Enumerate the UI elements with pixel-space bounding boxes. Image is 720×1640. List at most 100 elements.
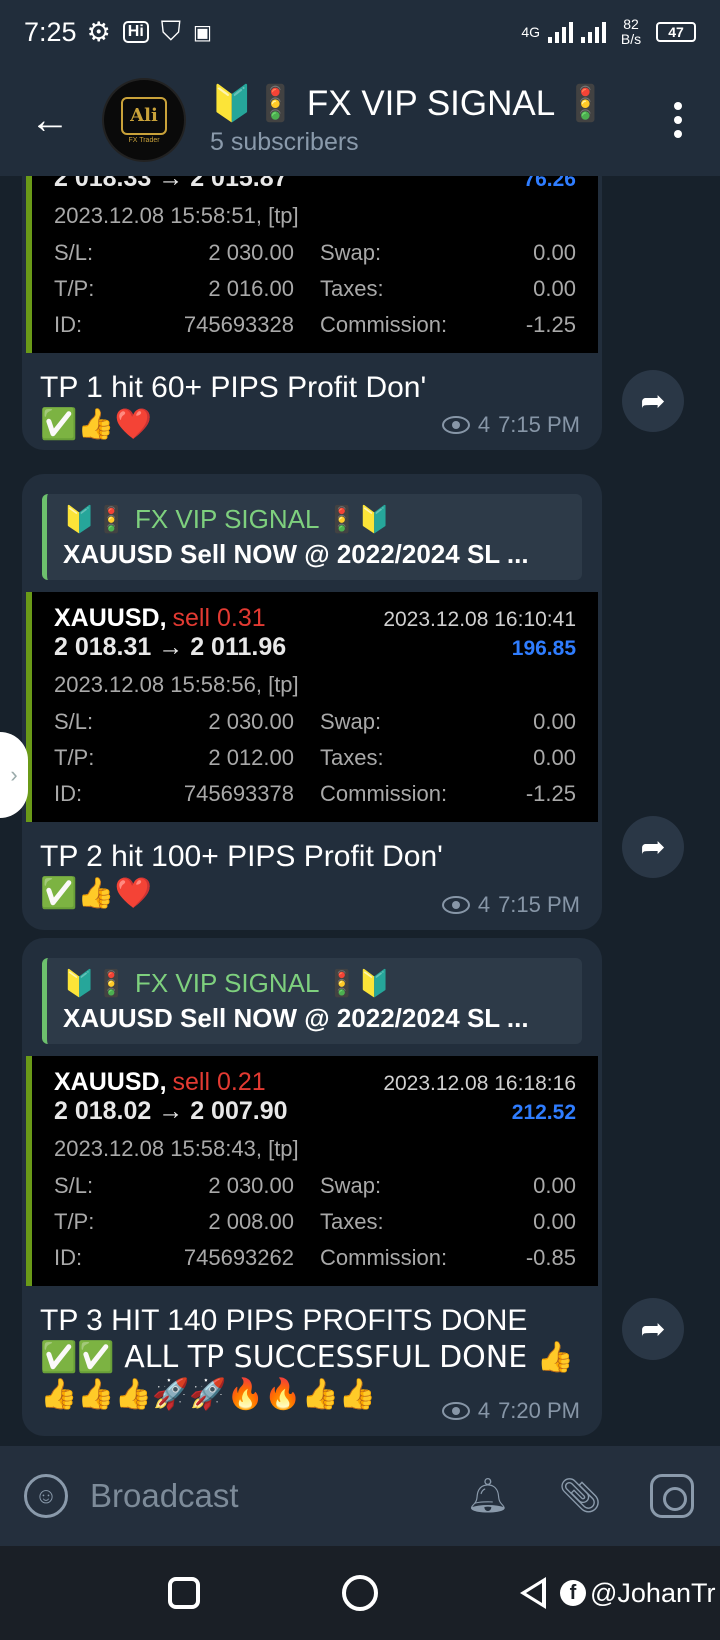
battery-icon: 47 xyxy=(656,22,696,42)
label-swap: Swap: xyxy=(320,1173,382,1198)
reply-title: 🔰🚦 FX VIP SIGNAL 🚦🔰 xyxy=(63,504,391,534)
trade-open-time: 2023.12.08 15:58:56, [tp] xyxy=(54,672,299,697)
label-commission: Commission: xyxy=(320,1245,448,1270)
message-line: TP 2 hit 100+ PIPS Profit Don' xyxy=(40,840,443,873)
home-button[interactable] xyxy=(342,1575,378,1611)
message-time: 7:15 PM xyxy=(498,412,580,437)
value-id: 745693328 xyxy=(183,312,294,337)
value-id: 745693262 xyxy=(183,1245,294,1270)
reply-title: 🔰🚦 FX VIP SIGNAL 🚦🔰 xyxy=(63,968,391,998)
trade-profit: 196.85 xyxy=(511,637,576,660)
label-commission: Commission: xyxy=(320,781,448,806)
value-swap: 0.00 xyxy=(533,1173,576,1198)
share-button[interactable]: ➦ xyxy=(622,370,684,432)
value-swap: 0.00 xyxy=(533,709,576,734)
status-bar: 7:25 ⚙ Hi ⛉ ▣ 4G 82 B/s 47 xyxy=(0,0,720,64)
label-id: ID: xyxy=(54,1245,83,1270)
reply-preview[interactable]: 🔰🚦 FX VIP SIGNAL 🚦🔰 XAUUSD Sell NOW @ 20… xyxy=(42,494,582,580)
trade-price-row: 2 018.33 → 2 015.87 76.26 xyxy=(54,176,576,193)
value-tp: 2 016.00 xyxy=(208,276,294,301)
trade-row-tp: T/P: 2 016.00 Taxes: 0.00 xyxy=(54,271,576,307)
trade-close-time: 2023.12.08 16:10:41 xyxy=(383,608,576,631)
message-line: TP 3 HIT 140 PIPS PROFITS DONE xyxy=(40,1304,528,1337)
label-swap: Swap: xyxy=(320,240,382,265)
app-notification-icon: Hi xyxy=(122,21,149,43)
watermark: f @JohanTr xyxy=(560,1578,715,1609)
channel-title: 🔰🚦 FX VIP SIGNAL 🚦 xyxy=(210,84,608,123)
eye-icon xyxy=(441,1402,470,1420)
subscriber-count: 5 subscribers xyxy=(210,128,359,156)
message-meta: 4 7:20 PM xyxy=(441,1398,580,1424)
navigation-bar: f @JohanTr xyxy=(0,1546,720,1640)
network-speed: 82 B/s xyxy=(620,16,642,47)
trade-side: sell 0.31 xyxy=(172,604,266,632)
more-options-icon[interactable] xyxy=(658,102,698,138)
value-commission: -1.25 xyxy=(525,781,576,806)
avatar-logo: Ali xyxy=(121,96,167,135)
eye-icon xyxy=(441,416,470,434)
network-type: 4G xyxy=(521,24,540,40)
trade-screenshot[interactable]: 2 018.33 → 2 015.87 76.26 2023.12.08 15:… xyxy=(26,176,598,353)
chat-area[interactable]: 2 018.33 → 2 015.87 76.26 2023.12.08 15:… xyxy=(0,176,720,1446)
channel-avatar[interactable]: Ali FX Trader xyxy=(102,78,186,162)
signal-icon xyxy=(548,21,573,43)
view-count: 4 xyxy=(477,1398,491,1423)
shield-icon: ⛉ xyxy=(160,16,182,46)
value-sl: 2 030.00 xyxy=(208,240,294,265)
message-line-2: ✅✅ ALL TP SUCCESSFUL DONE 👍 xyxy=(40,1340,575,1375)
label-id: ID: xyxy=(54,781,83,806)
trade-symbol-row: XAUUSD, sell 0.31 2023.12.08 16:10:41 xyxy=(54,604,576,633)
trade-row-id: ID: 745693328 Commission: -1.25 xyxy=(54,307,576,343)
message-bubble[interactable]: 2 018.33 → 2 015.87 76.26 2023.12.08 15:… xyxy=(22,176,602,450)
value-commission: -1.25 xyxy=(525,312,576,337)
message-bubble[interactable]: 🔰🚦 FX VIP SIGNAL 🚦🔰 XAUUSD Sell NOW @ 20… xyxy=(22,938,602,1436)
facebook-icon: f xyxy=(560,1580,586,1606)
label-taxes: Taxes: xyxy=(320,745,384,770)
trade-open-time: 2023.12.08 15:58:43, [tp] xyxy=(54,1136,299,1161)
camera-icon[interactable] xyxy=(648,1472,696,1520)
reply-preview[interactable]: 🔰🚦 FX VIP SIGNAL 🚦🔰 XAUUSD Sell NOW @ 20… xyxy=(42,958,582,1044)
value-swap: 0.00 xyxy=(533,240,576,265)
back-button[interactable] xyxy=(520,1577,546,1609)
recents-button[interactable] xyxy=(168,1577,200,1609)
message-meta: 4 7:15 PM xyxy=(441,412,580,438)
value-tp: 2 012.00 xyxy=(208,745,294,770)
trade-profit: 212.52 xyxy=(511,1101,576,1124)
trade-row-id: ID: 745693378 Commission: -1.25 xyxy=(54,776,576,812)
reply-text: XAUUSD Sell NOW @ 2022/2024 SL ... xyxy=(63,1003,529,1033)
trade-price: 2 018.33 → 2 015.87 xyxy=(54,176,288,192)
channel-info[interactable]: 🔰🚦 FX VIP SIGNAL 🚦 5 subscribers xyxy=(210,83,658,157)
channel-header: ← Ali FX Trader 🔰🚦 FX VIP SIGNAL 🚦 5 sub… xyxy=(0,64,720,176)
trade-screenshot[interactable]: XAUUSD, sell 0.21 2023.12.08 16:18:16 2 … xyxy=(26,1056,598,1286)
trade-screenshot[interactable]: XAUUSD, sell 0.31 2023.12.08 16:10:41 2 … xyxy=(26,592,598,822)
message-bubble[interactable]: 🔰🚦 FX VIP SIGNAL 🚦🔰 XAUUSD Sell NOW @ 20… xyxy=(22,474,602,930)
label-tp: T/P: xyxy=(54,1209,95,1234)
value-taxes: 0.00 xyxy=(533,745,576,770)
trade-open-time: 2023.12.08 15:58:51, [tp] xyxy=(54,203,299,228)
view-count: 4 xyxy=(477,892,491,917)
trade-profit: 76.26 xyxy=(523,176,576,191)
value-sl: 2 030.00 xyxy=(208,709,294,734)
broadcast-input[interactable]: Broadcast xyxy=(90,1477,420,1515)
eye-icon xyxy=(441,896,470,914)
trade-symbol: XAUUSD, xyxy=(54,604,167,632)
trade-row-sl: S/L: 2 030.00 Swap: 0.00 xyxy=(54,1168,576,1204)
emoji-icon[interactable]: ☺ xyxy=(24,1474,68,1518)
status-time: 7:25 xyxy=(24,16,77,47)
share-button[interactable]: ➦ xyxy=(622,1298,684,1360)
trade-side: sell 0.21 xyxy=(172,1068,266,1096)
message-time: 7:20 PM xyxy=(498,1398,580,1423)
bell-icon[interactable]: 🔔︎ xyxy=(464,1472,512,1520)
trade-symbol-row: XAUUSD, sell 0.21 2023.12.08 16:18:16 xyxy=(54,1068,576,1097)
value-id: 745693378 xyxy=(183,781,294,806)
avatar-subtext: FX Trader xyxy=(128,136,160,144)
broadcast-bar: ☺ Broadcast 🔔︎ 📎︎ xyxy=(0,1446,720,1546)
attach-icon[interactable]: 📎︎ xyxy=(556,1472,604,1520)
back-arrow-icon[interactable]: ← xyxy=(30,98,90,143)
label-sl: S/L: xyxy=(54,1173,94,1198)
share-button[interactable]: ➦ xyxy=(622,816,684,878)
trade-row-sl: S/L: 2 030.00 Swap: 0.00 xyxy=(54,235,576,271)
label-taxes: Taxes: xyxy=(320,276,384,301)
watermark-text: @JohanTr xyxy=(590,1577,716,1608)
trade-price-row: 2 018.02 → 2 007.90 212.52 xyxy=(54,1097,576,1126)
